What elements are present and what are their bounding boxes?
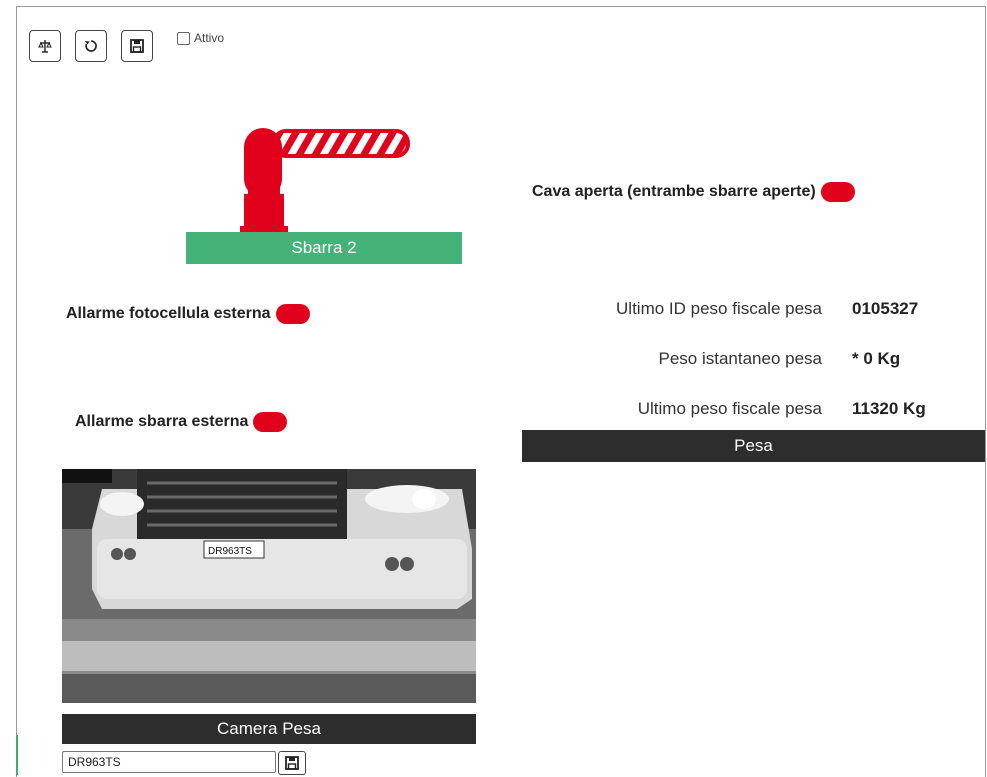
sbarra-alarm-row: Allarme sbarra esterna [75, 412, 288, 432]
fotocellula-alarm-label: Allarme fotocellula esterna [66, 305, 271, 322]
fotocellula-alarm-row: Allarme fotocellula esterna [66, 304, 310, 324]
save-icon [285, 756, 299, 770]
sbarra-alarm-label: Allarme sbarra esterna [75, 413, 249, 430]
cava-status-row: Cava aperta (entrambe sbarre aperte) [532, 182, 855, 202]
cava-status-led [820, 182, 855, 202]
metric-value-instant-weight: * 0 Kg [852, 349, 901, 368]
plate-save-button[interactable] [278, 751, 306, 775]
cava-status-label: Cava aperta (entrambe sbarre aperte) [532, 183, 816, 200]
metric-value-last-id: 0105327 [852, 299, 919, 318]
camera-plate-text: DR963TS [208, 546, 252, 557]
active-checkbox[interactable] [177, 31, 190, 45]
scale-icon [38, 40, 52, 53]
metric-label-last-fiscal-weight: Ultimo peso fiscale pesa [637, 399, 822, 418]
metric-label-last-id: Ultimo ID peso fiscale pesa [616, 299, 822, 318]
metric-value-last-fiscal-weight: 11320 Kg [852, 399, 926, 418]
refresh-button[interactable] [75, 30, 107, 62]
pesa-header: Pesa [522, 430, 985, 462]
metric-label-instant-weight: Peso istantaneo pesa [658, 349, 822, 368]
refresh-icon [85, 40, 97, 52]
plate-input[interactable] [62, 751, 276, 773]
active-checkbox-label: Attivo [194, 31, 225, 45]
barrier-label: Sbarra 2 [186, 232, 462, 264]
save-icon [130, 39, 144, 53]
sbarra-alarm-led [253, 412, 288, 432]
camera-header: Camera Pesa [62, 714, 476, 744]
save-button[interactable] [121, 30, 153, 62]
fotocellula-alarm-led [275, 304, 310, 324]
camera-image: DR963TS [62, 469, 476, 703]
frame-accent [16, 735, 18, 775]
active-checkbox-group[interactable]: Attivo [177, 31, 224, 45]
scale-button[interactable] [29, 30, 61, 62]
